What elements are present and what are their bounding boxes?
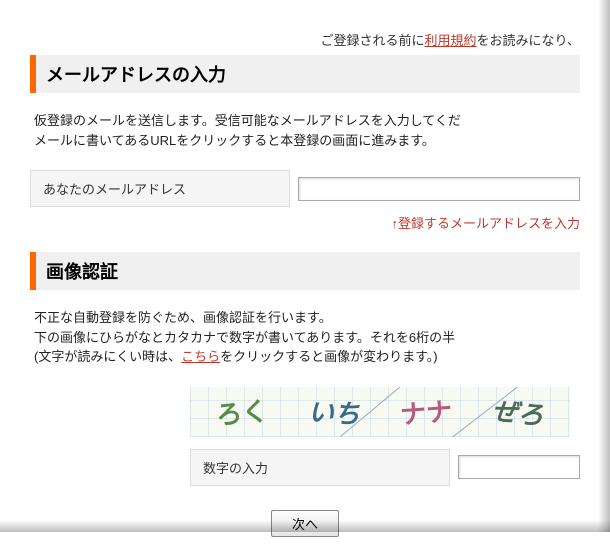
captcha-char-2: いち: [307, 392, 361, 432]
captcha-desc-line3b: をクリックすると画像が変わります。): [220, 349, 438, 364]
email-description: 仮登録のメールを送信します。受信可能なメールアドレスを入力してくだ メールに書い…: [30, 111, 580, 150]
captcha-desc-line2: 下の画像にひらがなとカタカナで数字が書いてあります。それを6桁の半: [34, 330, 455, 345]
digit-field-label: 数字の入力: [190, 449, 450, 486]
digit-input[interactable]: [458, 455, 580, 479]
captcha-desc-line3a: (文字が読みにくい時は、: [34, 349, 181, 364]
captcha-description: 不正な自動登録を防ぐため、画像認証を行います。 下の画像にひらがなとカタカナで数…: [30, 308, 580, 367]
email-section-heading: メールアドレスの入力: [30, 55, 580, 93]
email-hint: ↑登録するメールアドレスを入力: [30, 213, 580, 232]
captcha-image: ろく いち ナナ ぜろ: [190, 387, 570, 437]
pre-note-before: ご登録される前に: [320, 33, 424, 48]
email-input[interactable]: [298, 177, 580, 201]
captcha-char-1: ろく: [214, 391, 269, 432]
digit-field-row: 数字の入力: [190, 449, 580, 486]
captcha-char-3: ナナ: [399, 391, 453, 432]
email-desc-line2: メールに書いてあるURLをクリックすると本登録の画面に進みます。: [34, 133, 435, 148]
email-field-label: あなたのメールアドレス: [30, 170, 290, 207]
captcha-char-4: ぜろ: [490, 390, 546, 432]
pre-registration-note: ご登録される前に利用規約をお読みになり、: [30, 30, 580, 49]
captcha-refresh-link[interactable]: こちら: [181, 349, 220, 364]
email-field-row: あなたのメールアドレス: [30, 170, 580, 207]
captcha-desc-line1: 不正な自動登録を防ぐため、画像認証を行います。: [34, 310, 332, 325]
captcha-section-heading: 画像認証: [30, 252, 580, 290]
email-desc-line1: 仮登録のメールを送信します。受信可能なメールアドレスを入力してくだ: [34, 113, 461, 128]
next-button[interactable]: 次へ: [271, 510, 339, 537]
terms-link[interactable]: 利用規約: [425, 33, 477, 48]
pre-note-after: をお読みになり、: [477, 33, 580, 48]
